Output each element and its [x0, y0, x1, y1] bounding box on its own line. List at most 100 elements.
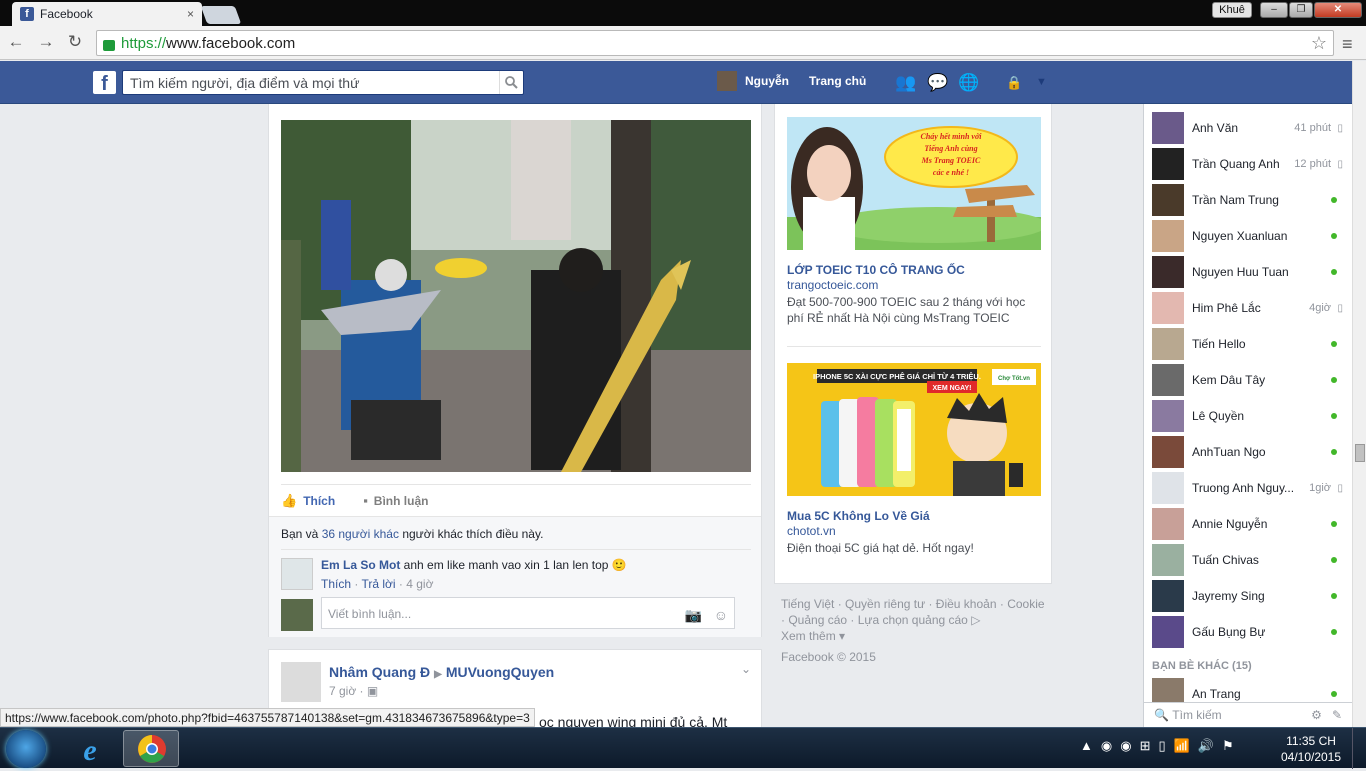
chevron-down-icon[interactable]: ⌄ [741, 662, 751, 676]
chat-contact[interactable]: Kem Dâu Tây [1144, 362, 1352, 398]
online-dot-icon [1331, 233, 1337, 239]
chat-contact[interactable]: Jayremy Sing [1144, 578, 1352, 614]
ad-description[interactable]: Đạt 500-700-900 TOEIC sau 2 tháng với họ… [787, 294, 1041, 326]
online-dot-icon [1331, 521, 1337, 527]
footer-link-cookie[interactable]: Cookie [1007, 597, 1044, 611]
address-bar[interactable]: https:// www.facebook.com ☆ [96, 30, 1334, 56]
avatar [1152, 292, 1184, 324]
chat-search-placeholder: Tìm kiếm [1172, 708, 1222, 722]
profile-link[interactable]: Nguyễn [717, 71, 789, 91]
chat-contact[interactable]: Trần Quang Anh 12 phút ▯ [1144, 146, 1352, 182]
likes-others-link[interactable]: 36 người khác [322, 527, 399, 541]
ad-url[interactable]: chotot.vn [787, 524, 836, 538]
chrome-icon[interactable] [123, 730, 179, 767]
friend-requests-icon[interactable]: 👥 [895, 73, 916, 93]
chat-contact[interactable]: Tiến Hello [1144, 326, 1352, 362]
show-hidden-icons[interactable]: ▲ [1080, 738, 1093, 754]
footer-link-more[interactable]: Xem thêm [781, 629, 836, 643]
contact-name: AnhTuan Ngo [1192, 445, 1266, 459]
camera-icon[interactable]: 📷 [685, 607, 702, 623]
search-icon: 🔍 [1154, 708, 1169, 722]
page-scrollbar[interactable] [1352, 61, 1366, 727]
forward-icon[interactable]: → [35, 32, 57, 52]
like-button[interactable]: 👍 Thích [281, 493, 335, 509]
show-desktop-button[interactable] [1352, 728, 1366, 769]
chat-contact[interactable]: Nguyen Xuanluan [1144, 218, 1352, 254]
author-avatar[interactable] [281, 662, 321, 702]
comment-reply-link[interactable]: Trả lời [361, 577, 395, 591]
comment-button[interactable]: ▪ Bình luận [363, 493, 428, 508]
contact-name: Him Phê Lắc [1192, 301, 1261, 315]
footer-link-privacy[interactable]: Quyền riêng tư [845, 597, 925, 611]
facebook-logo[interactable]: f [93, 71, 116, 95]
compose-icon[interactable]: ✎ [1332, 708, 1342, 722]
bookmark-star-icon[interactable]: ☆ [1311, 33, 1327, 54]
profile-badge[interactable]: Khuê [1212, 2, 1252, 18]
chat-search-input[interactable]: 🔍 Tìm kiếm ⚙ ✎ [1143, 702, 1352, 727]
new-tab-button[interactable] [200, 6, 242, 24]
messages-icon[interactable]: 💬 [927, 73, 948, 93]
search-icon[interactable] [499, 71, 523, 94]
action-center-flag-icon[interactable]: ⚑ [1222, 738, 1234, 754]
back-icon[interactable]: ← [5, 32, 27, 52]
search-input[interactable]: Tìm kiếm người, địa điểm và mọi thứ [122, 70, 524, 95]
chat-contact[interactable]: Truong Anh Nguy... 1giờ ▯ [1144, 470, 1352, 506]
comment-input[interactable]: Viết bình luận... 📷 ☺ [321, 597, 735, 629]
windows-flag-icon[interactable]: ⊞ [1140, 738, 1151, 754]
emoji-icon[interactable]: ☺ [714, 607, 728, 623]
chat-contact[interactable]: Tuấn Chivas [1144, 542, 1352, 578]
account-menu-chevron-down-icon[interactable]: ▼ [1036, 76, 1047, 88]
ad-description[interactable]: Điện thoại 5C giá hạt dẻ. Hốt ngay! [787, 540, 1041, 556]
device-icon[interactable]: ▯ [1158, 738, 1165, 754]
internet-explorer-icon[interactable]: e [62, 730, 118, 767]
tab-facebook[interactable]: f Facebook × [12, 2, 202, 26]
home-link[interactable]: Trang chủ [809, 74, 866, 88]
privacy-shortcuts-icon[interactable]: 🔒 [1006, 75, 1022, 91]
comment-time[interactable]: 4 giờ [406, 577, 433, 591]
gear-icon[interactable]: ⚙ [1311, 708, 1322, 722]
like-label: Thích [303, 493, 336, 508]
tab-close-icon[interactable]: × [187, 7, 194, 21]
network-signal-icon[interactable]: 📶 [1174, 738, 1190, 754]
close-window-button[interactable]: ✕ [1314, 2, 1362, 18]
chat-contact[interactable]: Lê Quyền [1144, 398, 1352, 434]
footer-link-ad-choices[interactable]: Lựa chọn quảng cáo [858, 613, 968, 627]
ad-image[interactable]: IPHONE 5C XÀI CỰC PHÊ GIÁ CHỈ TỪ 4 TRIỆU… [787, 363, 1041, 496]
ad-title[interactable]: LỚP TOEIC T10 CÔ TRANG ỐC [787, 263, 965, 277]
post-time[interactable]: 7 giờ [329, 684, 356, 698]
comment-author[interactable]: Em La So Mot [321, 558, 400, 572]
avatar [1152, 328, 1184, 360]
chat-contact[interactable]: Nguyen Huu Tuan [1144, 254, 1352, 290]
post-group[interactable]: MUVuongQuyen [446, 664, 554, 680]
post-author[interactable]: Nhâm Quang Đ [329, 664, 430, 680]
volume-icon[interactable]: 🔊 [1198, 738, 1214, 754]
avatar [1152, 544, 1184, 576]
start-button[interactable] [6, 730, 46, 768]
post-photo[interactable] [281, 120, 751, 472]
chat-contact[interactable]: Him Phê Lắc 4giờ ▯ [1144, 290, 1352, 326]
svg-text:e: e [83, 734, 96, 767]
maximize-button[interactable]: ❐ [1289, 2, 1313, 18]
commenter-avatar[interactable] [281, 558, 313, 590]
footer-link-terms[interactable]: Điều khoản [936, 597, 997, 611]
footer-link-ads[interactable]: Quảng cáo [788, 613, 847, 627]
reload-icon[interactable]: ↻ [64, 32, 86, 52]
notifications-globe-icon[interactable]: 🌐 [958, 73, 979, 93]
ad-title[interactable]: Mua 5C Không Lo Về Giá [787, 509, 930, 523]
chat-contact[interactable]: Annie Nguyễn [1144, 506, 1352, 542]
scrollbar-thumb[interactable] [1355, 444, 1365, 462]
footer-link-language[interactable]: Tiếng Việt [781, 597, 834, 611]
minimize-button[interactable]: – [1260, 2, 1288, 18]
chat-contact[interactable]: AnhTuan Ngo [1144, 434, 1352, 470]
ad-image[interactable]: Cháy hết mình với Tiếng Anh cùng Ms Tran… [787, 117, 1041, 250]
comment-like-link[interactable]: Thích [321, 577, 351, 591]
ad-url[interactable]: trangoctoeic.com [787, 278, 878, 292]
browser-menu-icon[interactable]: ≡ [1342, 34, 1353, 55]
chat-contact[interactable]: Gấu Bụng Bự [1144, 614, 1352, 650]
app-tray-icon[interactable]: ◉ [1101, 738, 1112, 754]
chat-contact[interactable]: Trần Nam Trung [1144, 182, 1352, 218]
online-dot-icon [1331, 691, 1337, 697]
taskbar-clock[interactable]: 11:35 CH 04/10/2015 [1278, 733, 1344, 765]
app-tray-icon[interactable]: ◉ [1120, 738, 1131, 754]
chat-contact[interactable]: Anh Văn 41 phút ▯ [1144, 110, 1352, 146]
